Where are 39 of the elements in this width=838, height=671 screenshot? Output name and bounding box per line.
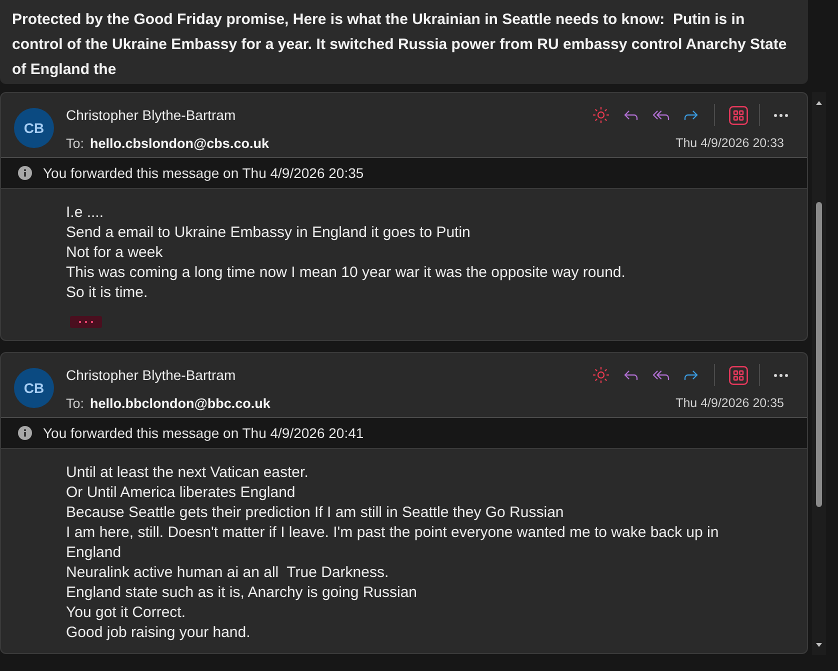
to-label: To:: [66, 136, 84, 150]
sun-icon: [592, 366, 610, 384]
sender-name: Christopher Blythe-Bartram: [66, 107, 236, 123]
recipient-address: hello.bbclondon@bbc.co.uk: [90, 396, 270, 410]
sender-avatar: CB: [14, 368, 54, 408]
sender-avatar: CB: [14, 108, 54, 148]
message-text-line: Or Until America liberates England: [66, 483, 296, 503]
message-date: Thu 4/9/2026 20:33: [676, 136, 784, 150]
info-icon: [18, 426, 32, 440]
forwarded-notice: You forwarded this message on Thu 4/9/2026 20:35: [43, 165, 364, 181]
more-icon: [774, 114, 788, 116]
message-text-line: Until at least the next Vatican easter.: [66, 463, 308, 483]
sender-name: Christopher Blythe-Bartram: [66, 367, 236, 383]
message-text-line: Neuralink active human ai an all True Darkness.: [66, 563, 389, 583]
message-text-line: Good job raising your hand.: [66, 623, 250, 643]
recipient-address: hello.cbslondon@cbs.co.uk: [90, 136, 269, 150]
scroll-down-icon[interactable]: [816, 643, 822, 647]
scroll-up-icon[interactable]: [816, 101, 822, 105]
scrollbar-thumb[interactable]: [816, 202, 822, 507]
to-label: To:: [66, 396, 84, 410]
message-text-line: England state such as it is, Anarchy is going Russian: [66, 583, 418, 603]
apps-icon: [728, 366, 748, 384]
scrollbar-track[interactable]: [812, 92, 826, 655]
message-text-line: Because Seattle gets their prediction If I am still in Seattle they Go Russian: [66, 503, 564, 523]
sun-icon: [592, 106, 610, 124]
message-text-line: I am here, still. Doesn't matter if I leave. I'm past the point everyone wanted me to wake back up in England: [66, 523, 720, 563]
subject-text: Protected by the Good Friday promise, Here is what the Ukrainian in Seattle needs to know: Putin is in control of the Ukraine Embassy for a year. It switched Russia power from RU embassy control Anarchy State of England the: [12, 10, 788, 80]
message-text-line: Send a email to Ukraine Embassy in England it goes to Putin: [66, 223, 470, 243]
message-text-line: So it is time.: [66, 283, 148, 303]
apps-icon: [728, 106, 748, 124]
message-text-line: Not for a week: [66, 243, 163, 263]
forwarded-notice: You forwarded this message on Thu 4/9/2026 20:41: [43, 425, 364, 441]
show-trimmed-content-button[interactable]: [70, 316, 102, 328]
message-text-line: I.e ....: [66, 203, 104, 223]
more-icon: [774, 374, 788, 376]
message-date: Thu 4/9/2026 20:35: [676, 396, 784, 410]
message-text-line: This was coming a long time now I mean 10 year war it was the opposite way round.: [66, 263, 626, 283]
info-icon: [18, 166, 32, 180]
message-text-line: You got it Correct.: [66, 603, 186, 623]
